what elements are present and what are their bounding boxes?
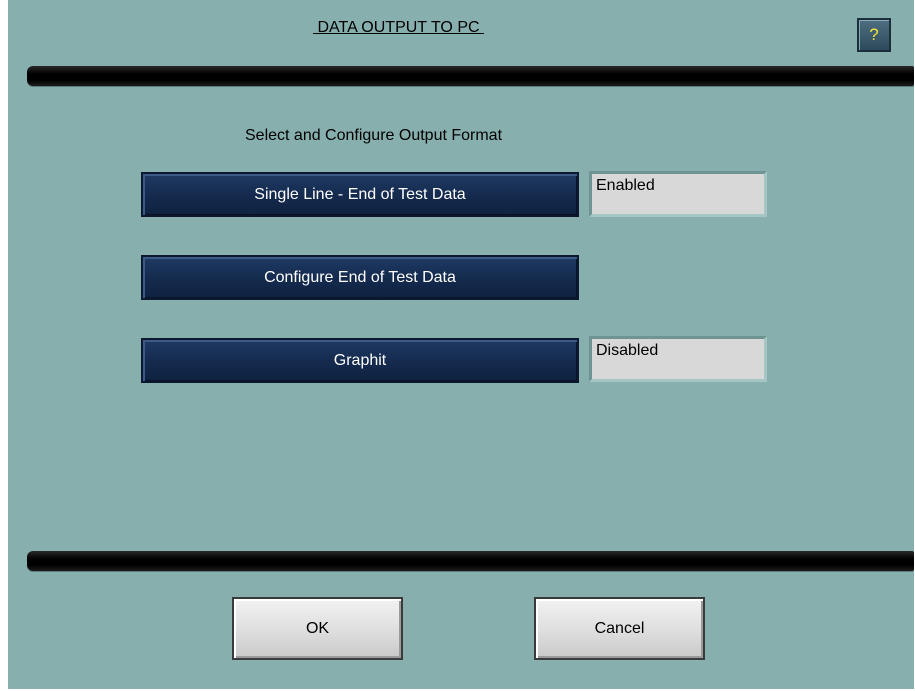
configure-button-label: Configure End of Test Data	[264, 269, 456, 286]
data-output-dialog: DATA OUTPUT TO PC ? Select and Configure…	[8, 0, 914, 689]
configure-end-of-test-data-button[interactable]: Configure End of Test Data	[141, 255, 579, 300]
single-line-status-field: Enabled	[589, 171, 767, 217]
single-line-end-of-test-data-button[interactable]: Single Line - End of Test Data	[141, 172, 579, 217]
help-button[interactable]: ?	[857, 18, 891, 52]
graphit-status-field: Disabled	[589, 336, 767, 382]
single-line-button-label: Single Line - End of Test Data	[254, 186, 466, 203]
ok-button-label: OK	[305, 620, 330, 637]
graphit-button-label: Graphit	[333, 352, 387, 369]
cancel-button[interactable]: Cancel	[534, 597, 705, 660]
cancel-button-label: Cancel	[594, 620, 645, 637]
top-divider-bar	[27, 66, 914, 86]
question-mark-icon: ?	[869, 25, 879, 44]
ok-button[interactable]: OK	[232, 597, 403, 660]
dialog-title: DATA OUTPUT TO PC	[313, 19, 484, 36]
section-subtitle: Select and Configure Output Format	[245, 127, 503, 144]
graphit-button[interactable]: Graphit	[141, 338, 579, 383]
bottom-divider-bar	[27, 551, 914, 571]
